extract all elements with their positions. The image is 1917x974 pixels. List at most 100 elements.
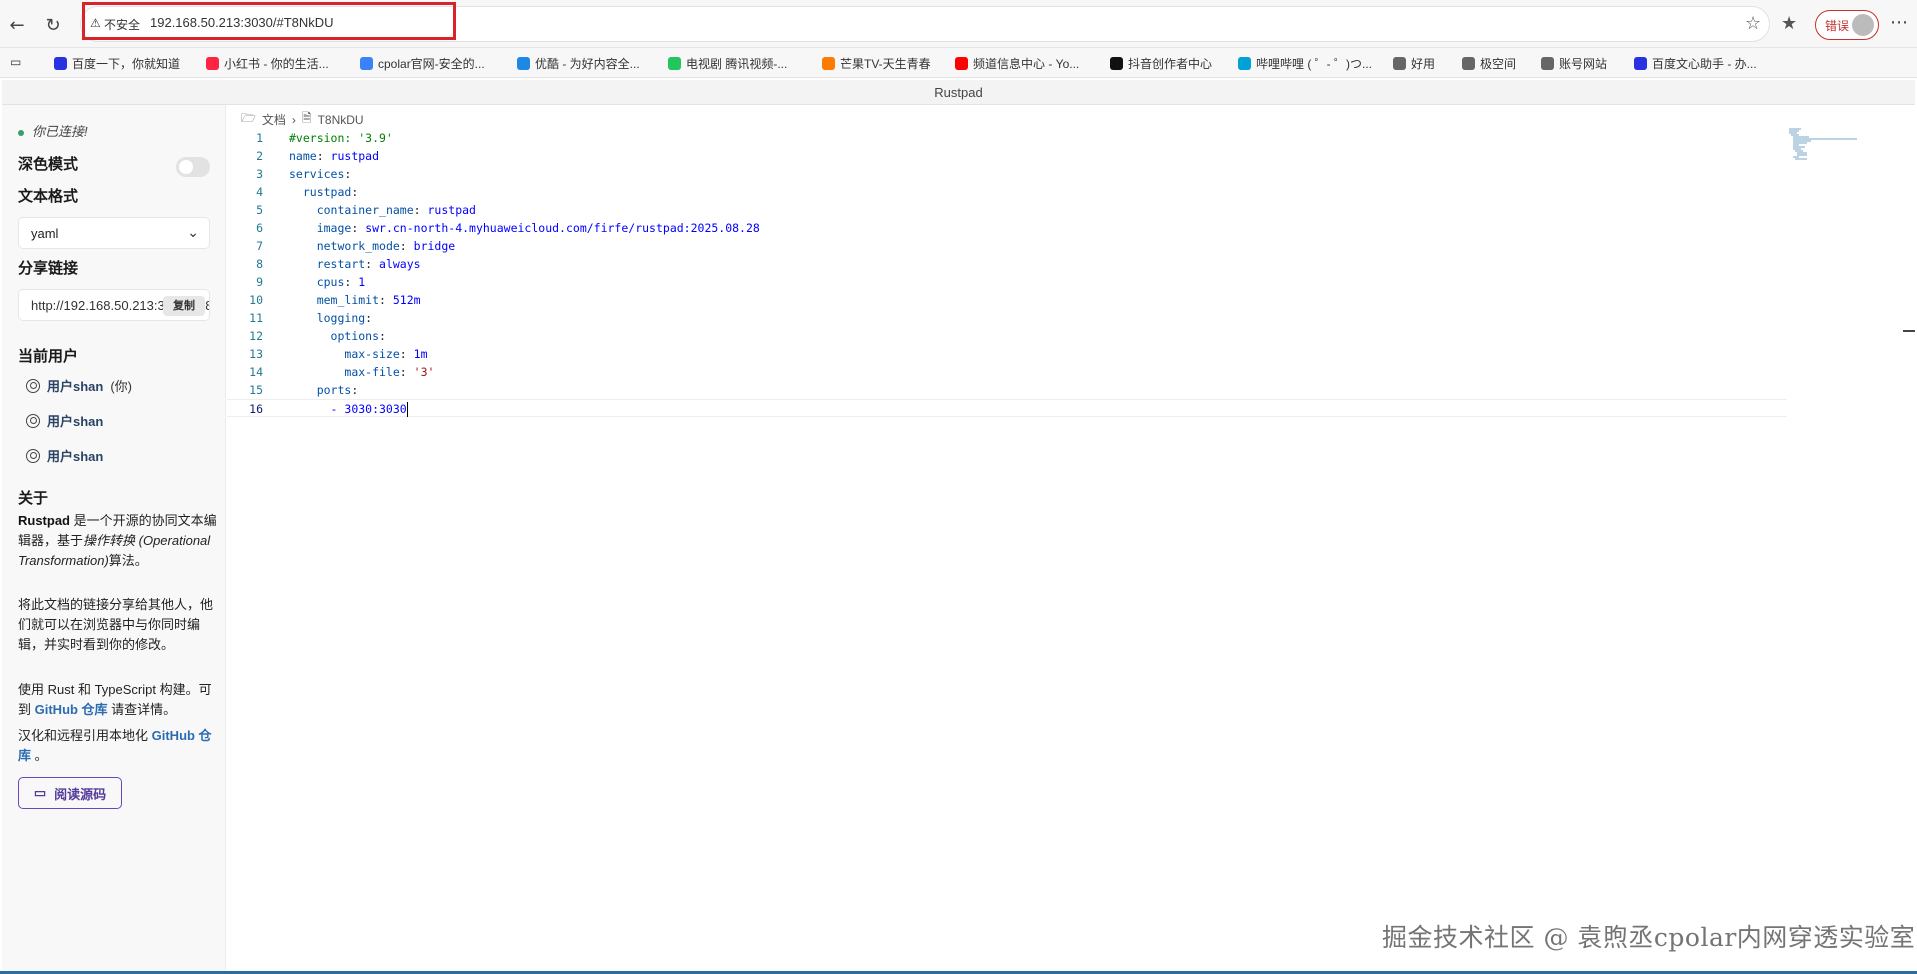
bookmark-icon <box>206 57 219 70</box>
code-line[interactable]: 9 cpus: 1 <box>227 273 1787 291</box>
code-line[interactable]: 16 - 3030:3030 <box>227 399 1787 417</box>
bookmark-item[interactable]: 芒果TV-天生青春 <box>822 55 931 72</box>
line-number: 12 <box>249 329 263 343</box>
code-value: swr.cn-north-4.myhuaweicloud.com/firfe/r… <box>365 221 760 235</box>
code-line[interactable]: 5 container_name: rustpad <box>227 201 1787 219</box>
bookmark-item[interactable]: 极空间 <box>1462 55 1516 72</box>
text-cursor <box>406 402 409 417</box>
breadcrumb-file[interactable]: T8NkDU <box>318 113 364 127</box>
bookmark-icon <box>822 57 835 70</box>
bookmark-icon <box>1462 57 1475 70</box>
copy-button[interactable]: 复制 <box>163 296 205 316</box>
code-line[interactable]: 3 services: <box>227 165 1787 183</box>
bookmark-item[interactable]: 好用 <box>1393 55 1435 72</box>
code-separator: : <box>399 239 414 253</box>
code-lines[interactable]: 1 #version: '3.9' 2 name: rustpad 3 services:… <box>227 129 1787 417</box>
bookmark-icon <box>1393 57 1406 70</box>
user-item: 用户shan (你) <box>26 376 132 395</box>
github-link[interactable]: GitHub 仓库 <box>35 702 108 717</box>
minimap[interactable] <box>1787 127 1867 167</box>
bookmark-item[interactable]: 电视剧 腾讯视频-... <box>668 55 787 72</box>
file-icon: 🗎 <box>301 111 312 125</box>
code-separator: : <box>365 311 373 325</box>
code-separator: : <box>399 365 414 379</box>
about-paragraph-4: 汉化和远程引用本地化 GitHub 仓库 。 <box>18 728 212 763</box>
code-line[interactable]: 1 #version: '3.9' <box>227 129 1787 147</box>
code-separator: : <box>316 149 331 163</box>
bookmark-item[interactable]: 小红书 - 你的生活... <box>206 55 329 72</box>
code-value: '3' <box>413 365 435 379</box>
folder-icon: 🗁 <box>241 111 256 125</box>
code-value: 1 <box>358 275 366 289</box>
line-number: 3 <box>256 167 263 181</box>
code-line[interactable]: 6 image: swr.cn-north-4.myhuaweicloud.co… <box>227 219 1787 237</box>
breadcrumb: 🗁 文档 › 🗎 T8NkDU <box>241 109 364 130</box>
bookmark-item[interactable]: 哔哩哔哩 ( ゜- ゜)つ... <box>1238 55 1372 72</box>
reading-list-icon[interactable]: ▭ <box>10 55 21 69</box>
favorites-icon[interactable]: ★ <box>1781 13 1797 34</box>
bookmark-label: 小红书 - 你的生活... <box>224 57 329 71</box>
bookmark-item[interactable]: 频道信息中心 - Yo... <box>955 55 1079 72</box>
line-number: 1 <box>256 131 263 145</box>
user-icon <box>26 448 40 463</box>
app-title: Rustpad <box>2 80 1915 105</box>
chevron-right-icon: › <box>291 112 296 127</box>
share-link-field[interactable]: http://192.168.50.213:3030/#T8NkDU 复制 <box>18 289 210 321</box>
chevron-down-icon: ⌄ <box>187 224 199 240</box>
address-url[interactable]: 192.168.50.213:3030/#T8NkDU <box>150 15 334 30</box>
code-line[interactable]: 13 max-size: 1m <box>227 345 1787 363</box>
bookmark-icon <box>360 57 373 70</box>
user-name: 用户shan <box>47 449 104 464</box>
back-icon[interactable]: ← <box>4 12 30 38</box>
line-number: 4 <box>256 185 263 199</box>
bookmark-item[interactable]: cpolar官网-安全的... <box>360 55 485 72</box>
connection-status: 你已连接! <box>18 121 88 140</box>
scroll-position-marker <box>1903 330 1915 332</box>
code-key: logging <box>316 311 366 325</box>
star-icon[interactable]: ☆ <box>1745 13 1761 34</box>
bookmark-label: 频道信息中心 - Yo... <box>973 57 1080 71</box>
book-icon: ▭ <box>33 785 47 800</box>
bookmarks-bar: ▭ 百度一下，你就知道 小红书 - 你的生活... cpolar官网-安全的... 优… <box>0 48 1917 78</box>
code-value: 512m <box>392 293 421 307</box>
code-key: container_name <box>316 203 414 217</box>
code-line[interactable]: 14 max-file: '3' <box>227 363 1787 381</box>
warning-icon: ⚠ <box>90 16 101 30</box>
code-editor[interactable]: 🗁 文档 › 🗎 T8NkDU 1 #version: '3.9' 2 name: r… <box>227 105 1915 971</box>
code-key: ports <box>316 383 352 397</box>
code-value: rustpad <box>330 149 380 163</box>
code-separator: : <box>379 329 386 343</box>
bookmark-item[interactable]: 抖音创作者中心 <box>1110 55 1212 72</box>
reload-icon[interactable]: ↻ <box>40 12 66 38</box>
code-line[interactable]: 7 network_mode: bridge <box>227 237 1787 255</box>
bookmark-item[interactable]: 账号网站 <box>1541 55 1607 72</box>
bookmark-item[interactable]: 优酷 - 为好内容全... <box>517 55 640 72</box>
breadcrumb-folder[interactable]: 文档 <box>262 111 286 128</box>
user-item: 用户shan <box>26 446 103 465</box>
code-line[interactable]: 11 logging: <box>227 309 1787 327</box>
format-select[interactable]: yaml ⌄ <box>18 217 210 249</box>
code-key: - 3030:3030 <box>330 402 407 416</box>
code-line[interactable]: 4 rustpad: <box>227 183 1787 201</box>
bookmark-item[interactable]: 百度一下，你就知道 <box>54 55 180 72</box>
code-line[interactable]: 10 mem_limit: 512m <box>227 291 1787 309</box>
read-source-button[interactable]: ▭ 阅读源码 <box>18 777 122 809</box>
code-key: restart <box>316 257 366 271</box>
code-line[interactable]: 15 ports: <box>227 381 1787 399</box>
bookmark-item[interactable]: 百度文心助手 - 办... <box>1634 55 1757 72</box>
code-line[interactable]: 12 options: <box>227 327 1787 345</box>
code-separator: : <box>344 167 352 181</box>
code-line[interactable]: 8 restart: always <box>227 255 1787 273</box>
bookmark-label: 电视剧 腾讯视频-... <box>686 57 788 71</box>
bookmark-icon <box>955 57 968 70</box>
code-line[interactable]: 2 name: rustpad <box>227 147 1787 165</box>
profile-error-button[interactable]: 错误 <box>1815 10 1879 40</box>
dark-mode-toggle[interactable] <box>176 157 210 177</box>
bookmark-label: 哔哩哔哩 ( ゜- ゜)つ... <box>1256 57 1372 71</box>
more-icon[interactable]: ⋯ <box>1890 12 1908 33</box>
line-number: 7 <box>256 239 263 253</box>
